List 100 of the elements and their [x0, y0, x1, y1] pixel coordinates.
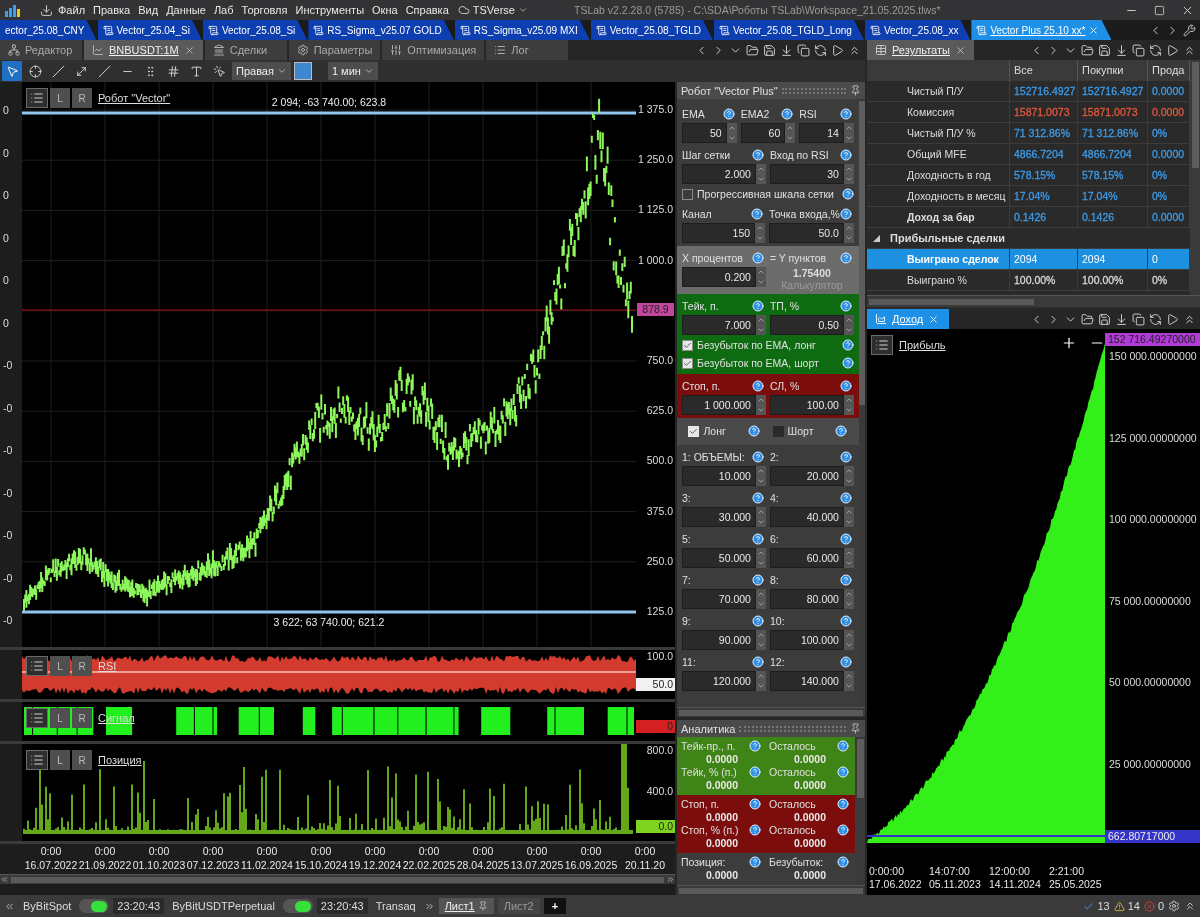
- warning-icon[interactable]: [1113, 900, 1125, 912]
- spin-down-icon[interactable]: [756, 234, 765, 242]
- spin-up-icon[interactable]: [844, 316, 853, 324]
- help-icon[interactable]: [722, 107, 735, 120]
- spin-down-icon[interactable]: [844, 477, 853, 485]
- indicator-link[interactable]: Позиция: [98, 754, 142, 766]
- help-icon[interactable]: [749, 824, 761, 836]
- spin-up-icon[interactable]: [756, 590, 765, 598]
- caret-icon[interactable]: [276, 66, 287, 76]
- help-icon[interactable]: [751, 148, 764, 161]
- help-icon[interactable]: [839, 491, 852, 504]
- document-tab[interactable]: RS_Sigma_v25.09 MXI: [454, 20, 590, 40]
- metric-name-cell[interactable]: Комиссия: [867, 102, 1010, 123]
- help-icon[interactable]: [841, 357, 854, 369]
- spin-down-icon[interactable]: [844, 134, 853, 142]
- spin-up-icon[interactable]: [844, 396, 853, 404]
- folder-icon[interactable]: [746, 43, 759, 57]
- menu-item[interactable]: Данные: [163, 4, 209, 16]
- connection-toggle[interactable]: [79, 899, 110, 913]
- help-icon[interactable]: [749, 740, 761, 752]
- menu-item[interactable]: Инструменты: [292, 4, 368, 16]
- spin-up-icon[interactable]: [756, 631, 765, 639]
- delete-pointer-icon[interactable]: [212, 64, 226, 78]
- help-icon[interactable]: [839, 251, 852, 264]
- settings-icon[interactable]: [1168, 900, 1180, 912]
- metric-name-cell[interactable]: Чистый П/У %: [867, 123, 1010, 144]
- refresh-icon[interactable]: [1149, 312, 1162, 326]
- checkbox[interactable]: [688, 425, 700, 437]
- spin-up-icon[interactable]: [844, 124, 853, 132]
- tools-icon[interactable]: [1183, 23, 1196, 37]
- checkbox[interactable]: [772, 425, 784, 437]
- spin-up-icon[interactable]: [756, 396, 765, 404]
- pane-tab[interactable]: Оптимизация: [382, 40, 485, 60]
- spin-down-icon[interactable]: [844, 234, 853, 242]
- save-icon[interactable]: [763, 43, 776, 57]
- spin-up-icon[interactable]: [727, 124, 736, 132]
- help-icon[interactable]: [751, 655, 764, 668]
- copy-icon[interactable]: [1132, 312, 1145, 326]
- spin-down-icon[interactable]: [756, 559, 765, 567]
- pin-icon[interactable]: [477, 901, 488, 911]
- spin-down-icon[interactable]: [844, 406, 853, 414]
- metric-name-cell[interactable]: Доходность в год: [867, 165, 1010, 186]
- spin-down-icon[interactable]: [844, 175, 853, 183]
- download-icon[interactable]: [1115, 43, 1128, 57]
- menu-item[interactable]: Окна: [369, 4, 401, 16]
- spin-down-icon[interactable]: [727, 134, 736, 142]
- spin-down-icon[interactable]: [756, 406, 765, 414]
- menu-item[interactable]: Лаб: [210, 4, 237, 16]
- spin-up-icon[interactable]: [756, 549, 765, 557]
- refresh-icon[interactable]: [814, 43, 827, 57]
- copy-icon[interactable]: [797, 43, 810, 57]
- help-icon[interactable]: [751, 379, 764, 392]
- document-tab[interactable]: Vector_25.08_TGLD_Long: [713, 20, 864, 40]
- download-icon[interactable]: [780, 43, 793, 57]
- checkbox[interactable]: [682, 339, 693, 351]
- help-icon[interactable]: [841, 188, 854, 200]
- expand-up-icon[interactable]: [1184, 900, 1196, 912]
- income-link[interactable]: Прибыль: [899, 339, 946, 351]
- spin-down-icon[interactable]: [844, 600, 853, 608]
- spin-down-icon[interactable]: [844, 559, 853, 567]
- spin-down-icon[interactable]: [756, 641, 765, 649]
- document-tab[interactable]: Vector_25.08_Si: [202, 20, 308, 40]
- spin-up-icon[interactable]: [844, 165, 853, 173]
- axis-side-button[interactable]: R: [72, 708, 92, 728]
- axis-dropdown[interactable]: Правая: [232, 62, 291, 80]
- connection-name[interactable]: ByBitSpot: [19, 900, 76, 912]
- spin-up-icon[interactable]: [844, 508, 853, 516]
- help-icon[interactable]: [751, 491, 764, 504]
- spin-up-icon[interactable]: [756, 165, 765, 173]
- help-icon[interactable]: [781, 107, 794, 120]
- text-tool-icon[interactable]: [189, 64, 203, 78]
- axis-side-button[interactable]: R: [72, 656, 92, 676]
- help-icon[interactable]: [837, 740, 849, 752]
- axis-side-button[interactable]: L: [50, 708, 70, 728]
- spin-up-icon[interactable]: [756, 268, 765, 276]
- caret-icon[interactable]: [517, 5, 528, 15]
- spin-down-icon[interactable]: [756, 600, 765, 608]
- spin-down-icon[interactable]: [844, 682, 853, 690]
- document-tab[interactable]: Vector_25.08_TGLD: [590, 20, 713, 40]
- indicator-link[interactable]: RSI: [98, 660, 117, 672]
- pin-icon[interactable]: [850, 723, 861, 734]
- spin-up-icon[interactable]: [844, 467, 853, 475]
- spin-down-icon[interactable]: [756, 682, 765, 690]
- menu-item[interactable]: Файл: [55, 4, 89, 16]
- axis-side-button[interactable]: L: [50, 656, 70, 676]
- document-tab[interactable]: Vector_25.08_xx: [864, 20, 971, 40]
- help-icon[interactable]: [839, 614, 852, 627]
- caret-icon[interactable]: [363, 66, 374, 76]
- column-header[interactable]: Прода: [1148, 60, 1190, 81]
- connection-name[interactable]: Transaq: [371, 900, 420, 912]
- play-icon[interactable]: [1166, 312, 1179, 326]
- help-icon[interactable]: [751, 614, 764, 627]
- help-icon[interactable]: [839, 450, 852, 463]
- axis-side-button[interactable]: L: [50, 750, 70, 770]
- pin-icon[interactable]: [850, 85, 861, 96]
- spin-down-icon[interactable]: [756, 175, 765, 183]
- help-icon[interactable]: [839, 148, 852, 161]
- help-icon[interactable]: [839, 107, 852, 120]
- metric-name-cell[interactable]: Выиграно %: [867, 270, 1010, 291]
- folder-icon[interactable]: [1081, 43, 1094, 57]
